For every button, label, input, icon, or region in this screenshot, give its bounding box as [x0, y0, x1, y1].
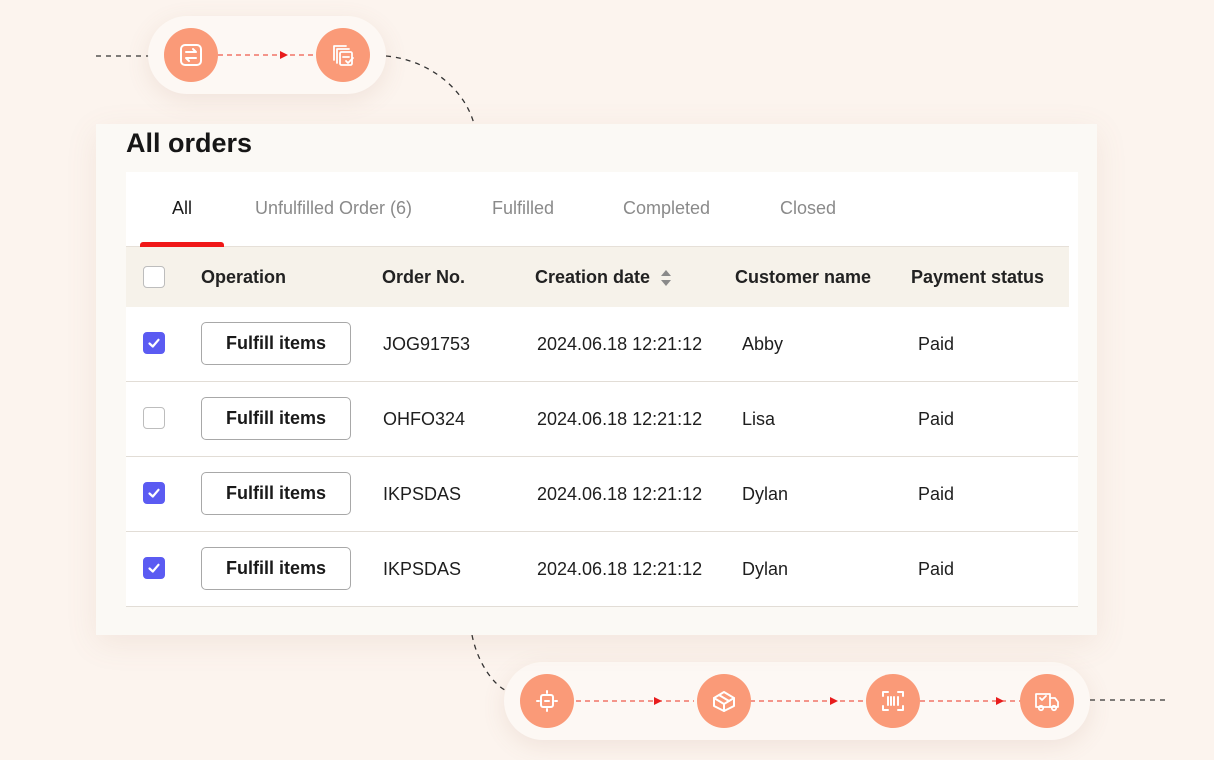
barcode-icon — [866, 674, 920, 728]
creation-date-cell: 2024.06.18 12:21:12 — [537, 484, 703, 504]
sort-icon[interactable] — [660, 268, 672, 288]
row-checkbox[interactable] — [143, 332, 165, 354]
delivery-truck-icon — [1020, 674, 1074, 728]
fulfill-items-button[interactable]: Fulfill items — [201, 547, 351, 590]
bottom-flow-pill — [504, 662, 1090, 740]
payment-status-cell: Paid — [918, 484, 955, 504]
order-transfer-icon — [164, 28, 218, 82]
column-header-order-no: Order No. — [382, 267, 466, 287]
fulfill-items-button[interactable]: Fulfill items — [201, 322, 351, 365]
table-row: Fulfill items JOG91753 2024.06.18 12:21:12… — [126, 307, 1078, 382]
check-icon — [148, 338, 160, 348]
customer-name-cell: Dylan — [742, 484, 789, 504]
payment-status-cell: Paid — [918, 409, 955, 429]
document-check-icon — [316, 28, 370, 82]
customer-name-cell: Dylan — [742, 559, 789, 579]
check-icon — [148, 563, 160, 573]
order-no-cell: IKPSDAS — [383, 559, 462, 579]
column-header-creation-date[interactable]: Creation date — [535, 267, 672, 288]
creation-date-cell: 2024.06.18 12:21:12 — [537, 559, 703, 579]
orders-card: All orders All Unfulfilled Order (6) Ful… — [96, 124, 1097, 635]
scan-icon — [520, 674, 574, 728]
tab-closed[interactable]: Closed — [780, 198, 836, 219]
bottom-flow-arrows — [576, 697, 1020, 705]
creation-date-cell: 2024.06.18 12:21:12 — [537, 334, 703, 354]
table-row: Fulfill items IKPSDAS 2024.06.18 12:21:12 D… — [126, 532, 1078, 607]
tab-unfulfilled[interactable]: Unfulfilled Order (6) — [255, 198, 412, 219]
order-no-cell: OHFO324 — [383, 409, 466, 429]
fulfill-items-button[interactable]: Fulfill items — [201, 397, 351, 440]
table-row: Fulfill items OHFO324 2024.06.18 12:21:12 L… — [126, 382, 1078, 457]
tab-all[interactable]: All — [172, 198, 192, 219]
creation-date-cell: 2024.06.18 12:21:12 — [537, 409, 703, 429]
page-title: All orders — [126, 128, 253, 158]
tab-completed[interactable]: Completed — [623, 198, 710, 219]
customer-name-cell: Lisa — [742, 409, 776, 429]
tab-fulfilled[interactable]: Fulfilled — [492, 198, 554, 219]
order-no-cell: JOG91753 — [383, 334, 471, 354]
order-no-cell: IKPSDAS — [383, 484, 462, 504]
table-header: Operation Order No. Creation date Custom… — [126, 247, 1069, 307]
customer-name-cell: Abby — [742, 334, 784, 354]
select-all-checkbox[interactable] — [143, 266, 165, 288]
column-header-operation: Operation — [201, 267, 287, 287]
payment-status-cell: Paid — [918, 559, 955, 579]
table-row: Fulfill items IKPSDAS 2024.06.18 12:21:12 D… — [126, 457, 1078, 532]
row-checkbox[interactable] — [143, 482, 165, 504]
check-icon — [148, 488, 160, 498]
column-header-payment-status: Payment status — [911, 267, 1045, 287]
top-flow-pill — [148, 16, 386, 94]
row-checkbox[interactable] — [143, 557, 165, 579]
fulfill-items-button[interactable]: Fulfill items — [201, 472, 351, 515]
package-icon — [697, 674, 751, 728]
row-checkbox[interactable] — [143, 407, 165, 429]
column-header-customer-name: Customer name — [735, 267, 872, 287]
order-tabs: All Unfulfilled Order (6) Fulfilled Comp… — [126, 172, 1069, 247]
payment-status-cell: Paid — [918, 334, 955, 354]
orders-panel: All Unfulfilled Order (6) Fulfilled Comp… — [126, 172, 1078, 607]
